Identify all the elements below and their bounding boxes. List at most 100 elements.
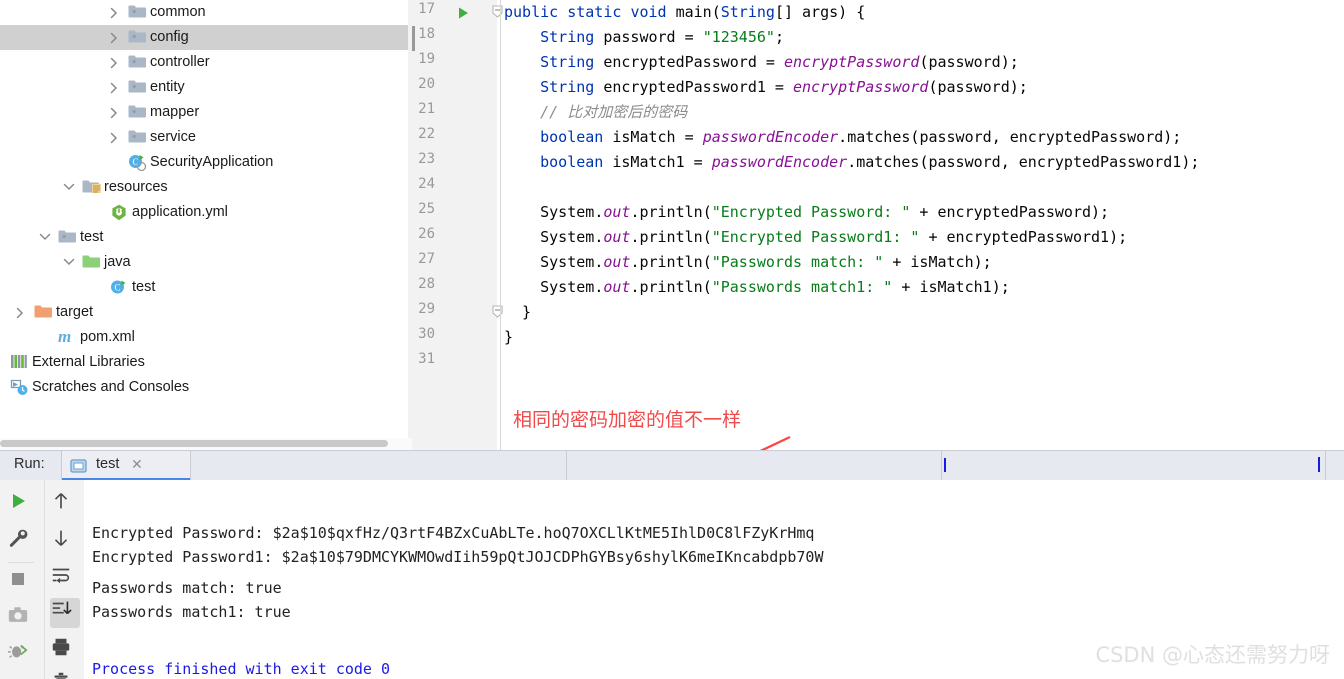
chevron-right-icon[interactable] (14, 300, 26, 325)
console-line: Encrypted Password1: $2a$10$79DMCYKWMOwd… (92, 548, 824, 566)
scroll-to-end-icon[interactable] (50, 598, 80, 628)
console-line: Encrypted Password: $2a$10$qxfHz/Q3rtF4B… (92, 524, 815, 542)
code-line: System.out.println("Encrypted Password: … (540, 203, 1110, 221)
tree-item-application-yml[interactable]: application.yml (0, 200, 412, 225)
chevron-right-icon[interactable] (108, 0, 120, 25)
wrench-icon[interactable] (7, 527, 37, 557)
tree-item-test[interactable]: test (0, 225, 412, 250)
tree-item-scratches-and-consoles[interactable]: Scratches and Consoles (0, 375, 412, 400)
tree-item-label: mapper (150, 104, 200, 120)
run-control-toolbar[interactable] (0, 480, 44, 679)
code-line: System.out.println("Passwords match1: " … (540, 278, 1010, 296)
tree-item-label: test (132, 279, 156, 295)
run-tab-label: test (96, 456, 120, 472)
console-line: Passwords match: true (92, 579, 282, 597)
code-line: } (504, 303, 532, 321)
tree-item-resources[interactable]: resources (0, 175, 412, 200)
line-number: 26 (418, 226, 435, 242)
tree-item-label: SecurityApplication (150, 154, 274, 170)
tree-item-mapper[interactable]: mapper (0, 100, 412, 125)
tree-item-java[interactable]: java (0, 250, 412, 275)
camera-icon[interactable] (7, 604, 37, 634)
line-number: 27 (418, 251, 435, 267)
tree-item-pom-xml[interactable]: m pom.xml (0, 325, 412, 350)
code-line: System.out.println("Encrypted Password1:… (540, 228, 1128, 246)
trash-icon[interactable] (50, 670, 80, 679)
print-icon[interactable] (50, 636, 80, 666)
tree-item-target[interactable]: target (0, 300, 412, 325)
line-number: 17 (418, 1, 435, 17)
code-fold-icon[interactable] (492, 305, 503, 323)
code-line: boolean isMatch = passwordEncoder.matche… (540, 128, 1182, 146)
folder-orange-icon (34, 300, 52, 325)
chevron-down-icon[interactable] (62, 175, 75, 200)
code-line: public static void main(String[] args) { (504, 3, 866, 21)
tree-item-external-libraries[interactable]: External Libraries (0, 350, 412, 375)
line-number: 18 (418, 26, 435, 42)
folder-gray-icon (58, 225, 76, 250)
arrow-up-icon[interactable] (50, 490, 80, 520)
folder-gray-icon (128, 100, 146, 125)
code-line: } (504, 328, 514, 346)
code-editor[interactable]: 17 18 19 20 21 22 23 24 25 26 27 28 29 30 31 public st… (412, 0, 1344, 450)
soft-wrap-icon[interactable] (50, 564, 80, 594)
console-control-toolbar[interactable] (44, 480, 84, 679)
folder-gray-icon (128, 25, 146, 50)
header-separator-3 (566, 451, 567, 481)
line-number: 20 (418, 76, 435, 92)
chevron-right-icon[interactable] (0, 375, 2, 400)
watermark: CSDN @心态还需努力呀 (1095, 643, 1330, 667)
svg-text:C: C (114, 283, 120, 293)
chevron-right-icon[interactable] (108, 25, 120, 50)
folder-gray-icon (128, 75, 146, 100)
stop-button[interactable] (7, 568, 37, 598)
project-tree-scrollbar-thumb[interactable] (0, 440, 388, 447)
chevron-right-icon[interactable] (108, 100, 120, 125)
code-fold-icon[interactable] (492, 5, 503, 23)
line-number: 31 (418, 351, 435, 367)
java-class-run-shadow-icon: C (128, 150, 147, 175)
folder-green-icon (82, 250, 100, 275)
project-tree-panel[interactable]: common config controller entity mapper servic… (0, 0, 412, 450)
annotation-note-top: 相同的密码加密的值不一样 (513, 409, 742, 431)
folder-gray-icon (128, 50, 146, 75)
close-icon[interactable]: ✕ (131, 456, 143, 473)
chevron-right-icon[interactable] (108, 50, 120, 75)
tree-item-common[interactable]: common (0, 0, 412, 25)
tree-item-controller[interactable]: controller (0, 50, 412, 75)
libraries-icon (10, 350, 28, 375)
tree-item-label: pom.xml (80, 329, 135, 345)
tree-item-label: External Libraries (32, 354, 145, 370)
chevron-right-icon[interactable] (108, 125, 120, 150)
tree-item-test[interactable]: Ctest (0, 275, 412, 300)
code-line: System.out.println("Passwords match: " +… (540, 253, 992, 271)
folder-gray-icon (128, 0, 146, 25)
code-content[interactable]: public static void main(String[] args) {… (504, 0, 1344, 450)
header-separator-2 (190, 451, 191, 481)
chevron-right-icon[interactable] (0, 350, 2, 375)
line-number: 25 (418, 201, 435, 217)
tree-item-service[interactable]: service (0, 125, 412, 150)
maven-m-icon: m (58, 327, 72, 346)
spring-yml-icon (110, 200, 128, 225)
editor-gutter[interactable]: 17 18 19 20 21 22 23 24 25 26 27 28 29 30 31 (412, 0, 503, 450)
tree-item-label: application.yml (132, 204, 228, 220)
tree-item-entity[interactable]: entity (0, 75, 412, 100)
chevron-down-icon[interactable] (38, 225, 51, 250)
arrow-down-icon[interactable] (50, 527, 80, 557)
rerun-button[interactable] (7, 490, 37, 520)
tree-item-label: common (150, 4, 206, 20)
tree-item-securityapplication[interactable]: C SecurityApplication (0, 150, 412, 175)
tree-item-label: Scratches and Consoles (32, 379, 190, 395)
line-number: 28 (418, 276, 435, 292)
header-caret-left (944, 458, 946, 472)
code-line: boolean isMatch1 = passwordEncoder.match… (540, 153, 1200, 171)
debug-bug-icon[interactable] (7, 640, 37, 670)
tree-item-config[interactable]: config (0, 25, 412, 50)
code-line: String encryptedPassword = encryptPasswo… (540, 53, 1019, 71)
chevron-down-icon[interactable] (62, 250, 75, 275)
chevron-right-icon[interactable] (108, 75, 120, 100)
run-gutter-icon[interactable] (456, 6, 470, 25)
